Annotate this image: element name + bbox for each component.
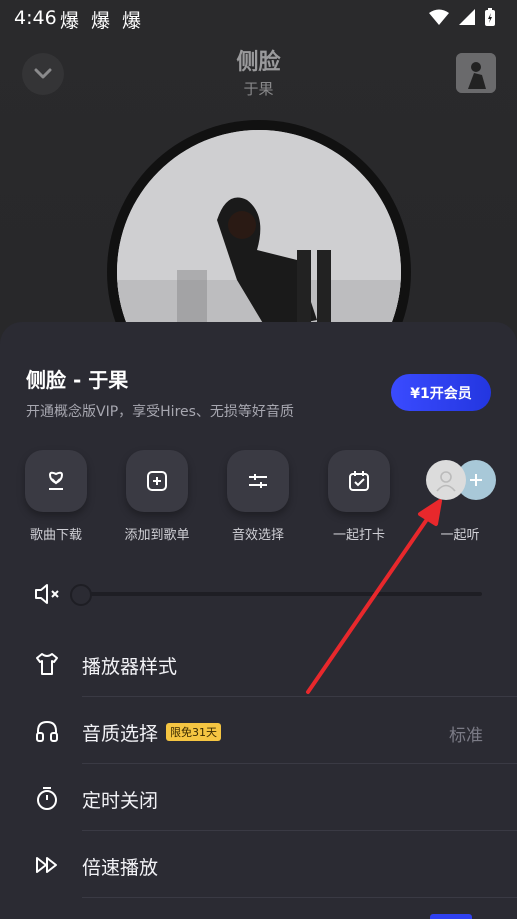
menu-item-label: 倍速播放	[82, 857, 159, 879]
menu-item-label: 定时关闭	[82, 790, 159, 812]
signal-icon	[459, 9, 475, 25]
download-button-box	[25, 450, 87, 512]
download-button[interactable]: 歌曲下载	[6, 450, 106, 543]
vip-promo-text: 开通概念版VIP，享受Hires、无损等好音质	[26, 404, 294, 420]
volume-slider[interactable]	[78, 592, 482, 596]
plus-icon	[470, 474, 482, 486]
menu-item-audio-quality[interactable]: 音质选择 限免31天 标准	[0, 697, 517, 764]
listen-together-button[interactable]	[418, 460, 502, 504]
notification-icon: 爆	[60, 10, 80, 32]
check-in-label: 一起打卡	[332, 528, 385, 543]
more-options-sheet: 侧脸 - 于果 开通概念版VIP，享受Hires、无损等好音质 ¥1开会员 歌曲…	[0, 322, 517, 919]
volume-control	[34, 580, 494, 608]
notification-icon: 爆	[91, 10, 111, 32]
sound-effect-button[interactable]: 音效选择	[208, 450, 308, 543]
check-in-button[interactable]: 一起打卡	[309, 450, 409, 543]
free-trial-badge: 限免31天	[166, 722, 222, 741]
menu-item-label: 播放器样式	[82, 656, 178, 678]
add-to-playlist-icon	[147, 471, 167, 491]
partial-badge	[430, 914, 472, 919]
menu-item-player-style[interactable]: 播放器样式	[0, 630, 517, 697]
sheet-title: 侧脸 - 于果	[26, 368, 129, 392]
menu-item-sleep-timer[interactable]: 定时关闭	[0, 764, 517, 831]
song-title: 侧脸	[236, 50, 281, 75]
status-time: 4:46	[14, 7, 57, 29]
status-indicators	[429, 8, 495, 26]
song-artist: 于果	[243, 80, 274, 98]
add-to-playlist-label: 添加到歌单	[124, 528, 190, 543]
cover-thumbnail[interactable]	[456, 53, 496, 93]
status-bar: 4:46 爆 爆 爆	[0, 0, 517, 36]
sound-effect-button-box	[227, 450, 289, 512]
volume-slider-handle[interactable]	[70, 584, 92, 606]
check-in-button-box	[328, 450, 390, 512]
check-in-icon	[349, 471, 369, 491]
sound-effect-label: 音效选择	[231, 528, 284, 543]
notification-icon: 爆	[122, 10, 142, 32]
mute-icon[interactable]	[34, 582, 62, 606]
timer-icon	[37, 787, 57, 810]
cover-art-icon	[456, 53, 496, 93]
shirt-icon	[36, 653, 58, 675]
speed-icon	[36, 857, 57, 873]
user-icon	[436, 471, 456, 492]
battery-icon	[485, 8, 495, 26]
divider	[82, 897, 517, 898]
add-to-playlist-button-box	[126, 450, 188, 512]
wifi-icon	[429, 9, 449, 25]
audio-quality-value: 标准	[449, 726, 483, 746]
avatar	[426, 460, 466, 500]
listen-together-label: 一起听	[440, 528, 480, 543]
audio-quality-label: 音质选择	[82, 723, 159, 745]
sound-effect-icon	[249, 474, 267, 488]
menu-item-label: 音质选择 限免31天	[82, 719, 222, 746]
open-vip-button[interactable]: ¥1开会员	[391, 374, 491, 411]
download-label: 歌曲下载	[29, 528, 82, 543]
download-icon	[48, 471, 64, 490]
headphones-icon	[36, 720, 58, 742]
menu-item-playback-speed[interactable]: 倍速播放	[0, 831, 517, 898]
add-to-playlist-button[interactable]: 添加到歌单	[107, 450, 207, 543]
